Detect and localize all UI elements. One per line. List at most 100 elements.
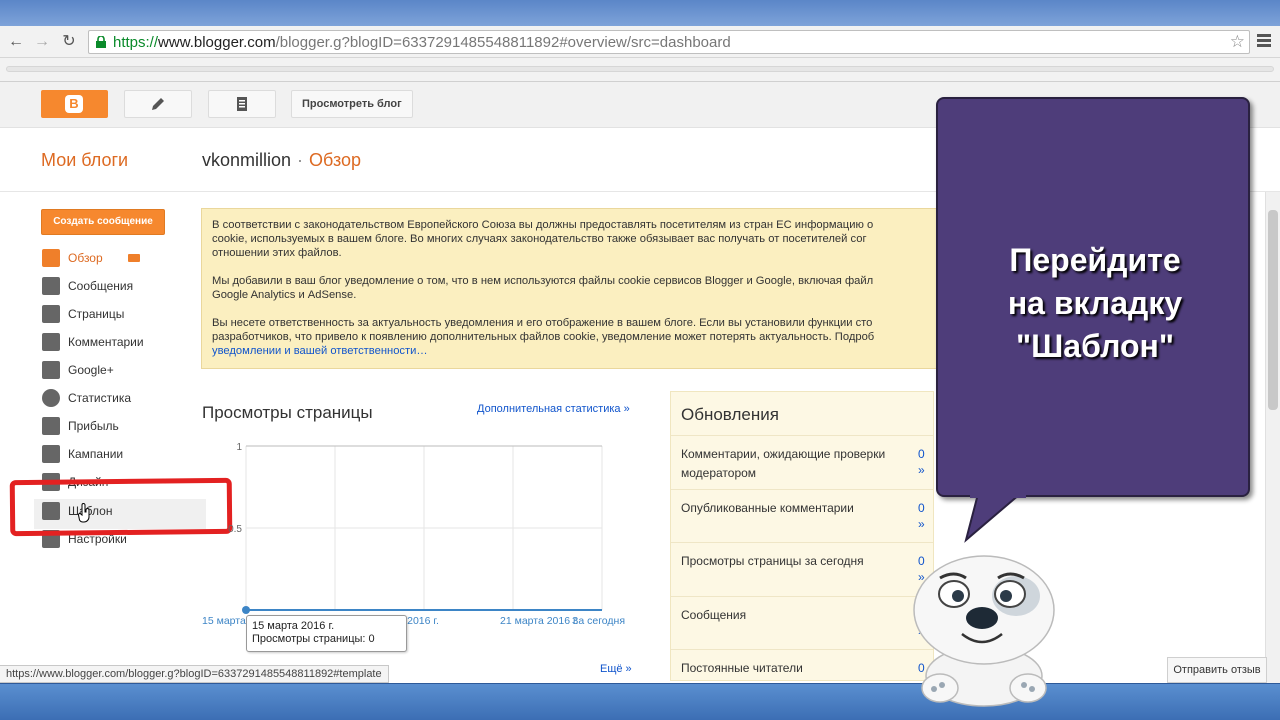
sidebar-item-stats[interactable]: Статистика [40,386,200,410]
star-icon[interactable]: ☆ [1230,32,1245,52]
chart-data-point [242,606,250,614]
home-icon [42,249,60,267]
address-bar[interactable]: https://www.blogger.com/blogger.g?blogID… [88,30,1250,54]
pageviews-chart: 10.515 марта 2016 г.марта 2016 г.21 март… [202,442,625,627]
megaphone-icon [128,254,140,262]
instruction-text: Перейдите на вкладку "Шаблон" [938,239,1252,368]
cookie-text: cookie, используемых в вашем блоге. Во м… [212,233,867,245]
tooltip-date: 15 марта 2016 г. [252,620,335,632]
document-icon [237,97,247,111]
google-plus-icon [42,361,60,379]
updates-row-count[interactable]: 0 [918,445,925,464]
taskbar [0,683,1280,720]
scrollbar-thumb[interactable] [1268,210,1278,410]
sidebar-item-label: Google+ [68,363,114,377]
updates-row-label: Постоянные читатели [681,661,803,675]
updates-row-label: Опубликованные комментарии [681,501,854,515]
blogger-logo-icon: B [65,95,83,113]
posts-list-button[interactable] [208,90,276,118]
chart-tooltip: 15 марта 2016 г. Просмотры страницы: 0 [246,615,407,652]
send-feedback-button[interactable]: Отправить отзыв [1167,657,1267,683]
new-post-pencil-button[interactable] [124,90,192,118]
forward-icon[interactable]: → [32,32,52,52]
instruction-line: Перейдите [1009,242,1181,278]
updates-title: Обновления [681,405,779,424]
updates-row: Комментарии, ожидающие проверки модерато… [671,435,933,489]
updates-row-label: Комментарии, ожидающие проверки модерато… [681,447,886,480]
cookie-text: Вы несете ответственность за актуальност… [212,317,873,329]
cookie-text: В соответствии с законодательством Европ… [212,219,874,231]
hand-cursor-icon [78,503,90,523]
sidebar-item-label: Комментарии [68,335,144,349]
menu-icon[interactable] [1256,32,1272,52]
sidebar-item-label: Статистика [68,391,132,405]
posts-icon [42,277,60,295]
sidebar-item-comments[interactable]: Комментарии [40,330,200,354]
sidebar-item-earnings[interactable]: Прибыль [40,414,200,438]
updates-row-arrow[interactable]: » [918,517,925,531]
stats-icon [42,389,60,407]
sidebar-item-campaigns[interactable]: Кампании [40,442,200,466]
pencil-icon [152,98,164,110]
sidebar-item-label: Страницы [68,307,125,321]
updates-row: Просмотры страницы за сегодня 0 » [671,542,933,596]
tooltip-value: Просмотры страницы: 0 [252,633,375,645]
pages-icon [42,305,60,323]
blogger-logo-button[interactable]: B [41,90,108,118]
window-title-strip [0,0,1280,26]
view-blog-button[interactable]: Просмотреть блог [291,90,413,118]
callout-tail [964,494,1026,543]
pageviews-title: Просмотры страницы [202,403,373,422]
sidebar-item-label: Кампании [68,447,124,461]
instruction-line: на вкладку [1007,285,1183,321]
blog-name[interactable]: vkonmillion [202,150,291,170]
updates-row: Опубликованные комментарии 0 » [671,489,933,542]
cookie-text: Мы добавили в ваш блог уведомление о том… [212,275,874,287]
title-separator: · [297,150,304,170]
updates-row-label: Просмотры страницы за сегодня [681,554,864,568]
my-blogs-link[interactable]: Мои блоги [41,150,128,171]
lock-icon [96,36,106,48]
instruction-line: "Шаблон" [1015,328,1175,364]
instruction-callout: Перейдите на вкладку "Шаблон" [936,97,1250,497]
updates-row: Сообщения 0 » [671,596,933,649]
trophy-icon [42,417,60,435]
template-highlight-box [9,477,233,537]
reload-icon[interactable]: ↻ [59,32,79,52]
cookie-text: Google Analytics и AdSense. [212,289,357,301]
updates-row: Постоянные читатели 0 [671,649,933,680]
sidebar-item-overview[interactable]: Обзор [40,246,200,270]
cookie-text: разработчиков, что привело к появлению д… [212,331,875,343]
url-text: https://www.blogger.com/blogger.g?blogID… [113,34,731,51]
status-bar-url: https://www.blogger.com/blogger.g?blogID… [0,665,389,683]
updates-row-arrow[interactable]: » [918,463,925,477]
page-scrollbar[interactable] [1265,192,1280,683]
chart-y-tick-label: 1 [236,442,242,453]
browser-toolbar: ← → ↻ https://www.blogger.com/blogger.g?… [0,26,1280,58]
sidebar-item-label: Прибыль [68,419,119,433]
sidebar-item-label: Сообщения [68,279,134,293]
create-post-button[interactable]: Создать сообщение [41,209,165,235]
back-icon[interactable]: ← [6,32,26,52]
sidebar-item-pages[interactable]: Страницы [40,302,200,326]
cookie-text: отношении этих файлов. [212,247,342,259]
bookmark-bar [0,58,1280,82]
chart-y-tick-label: 0.5 [228,524,242,535]
dog-mascot [913,555,1055,707]
sidebar-item-label: Обзор [68,251,103,265]
updates-panel: Обновления Комментарии, ожидающие провер… [670,391,934,681]
comment-icon [42,333,60,351]
more-stats-link[interactable]: Дополнительная статистика » [477,403,630,415]
page-title: vkonmillion · Обзор [202,150,361,171]
cookie-notice: В соответствии с законодательством Европ… [201,208,941,369]
sidebar-item-google-plus[interactable]: Google+ [40,358,200,382]
sidebar-item-posts[interactable]: Сообщения [40,274,200,298]
section-name: Обзор [309,150,362,170]
chart-x-tick-label: За сегодня [572,615,625,627]
updates-row-count[interactable]: 0 [918,499,925,518]
campaign-icon [42,445,60,463]
cookie-responsibility-link[interactable]: уведомлении и вашей ответственности… [212,345,428,357]
updates-row-label: Сообщения [681,608,747,622]
chart-x-tick-label: 21 марта 2016 г. [500,615,578,627]
more-link[interactable]: Ещё » [600,663,632,675]
